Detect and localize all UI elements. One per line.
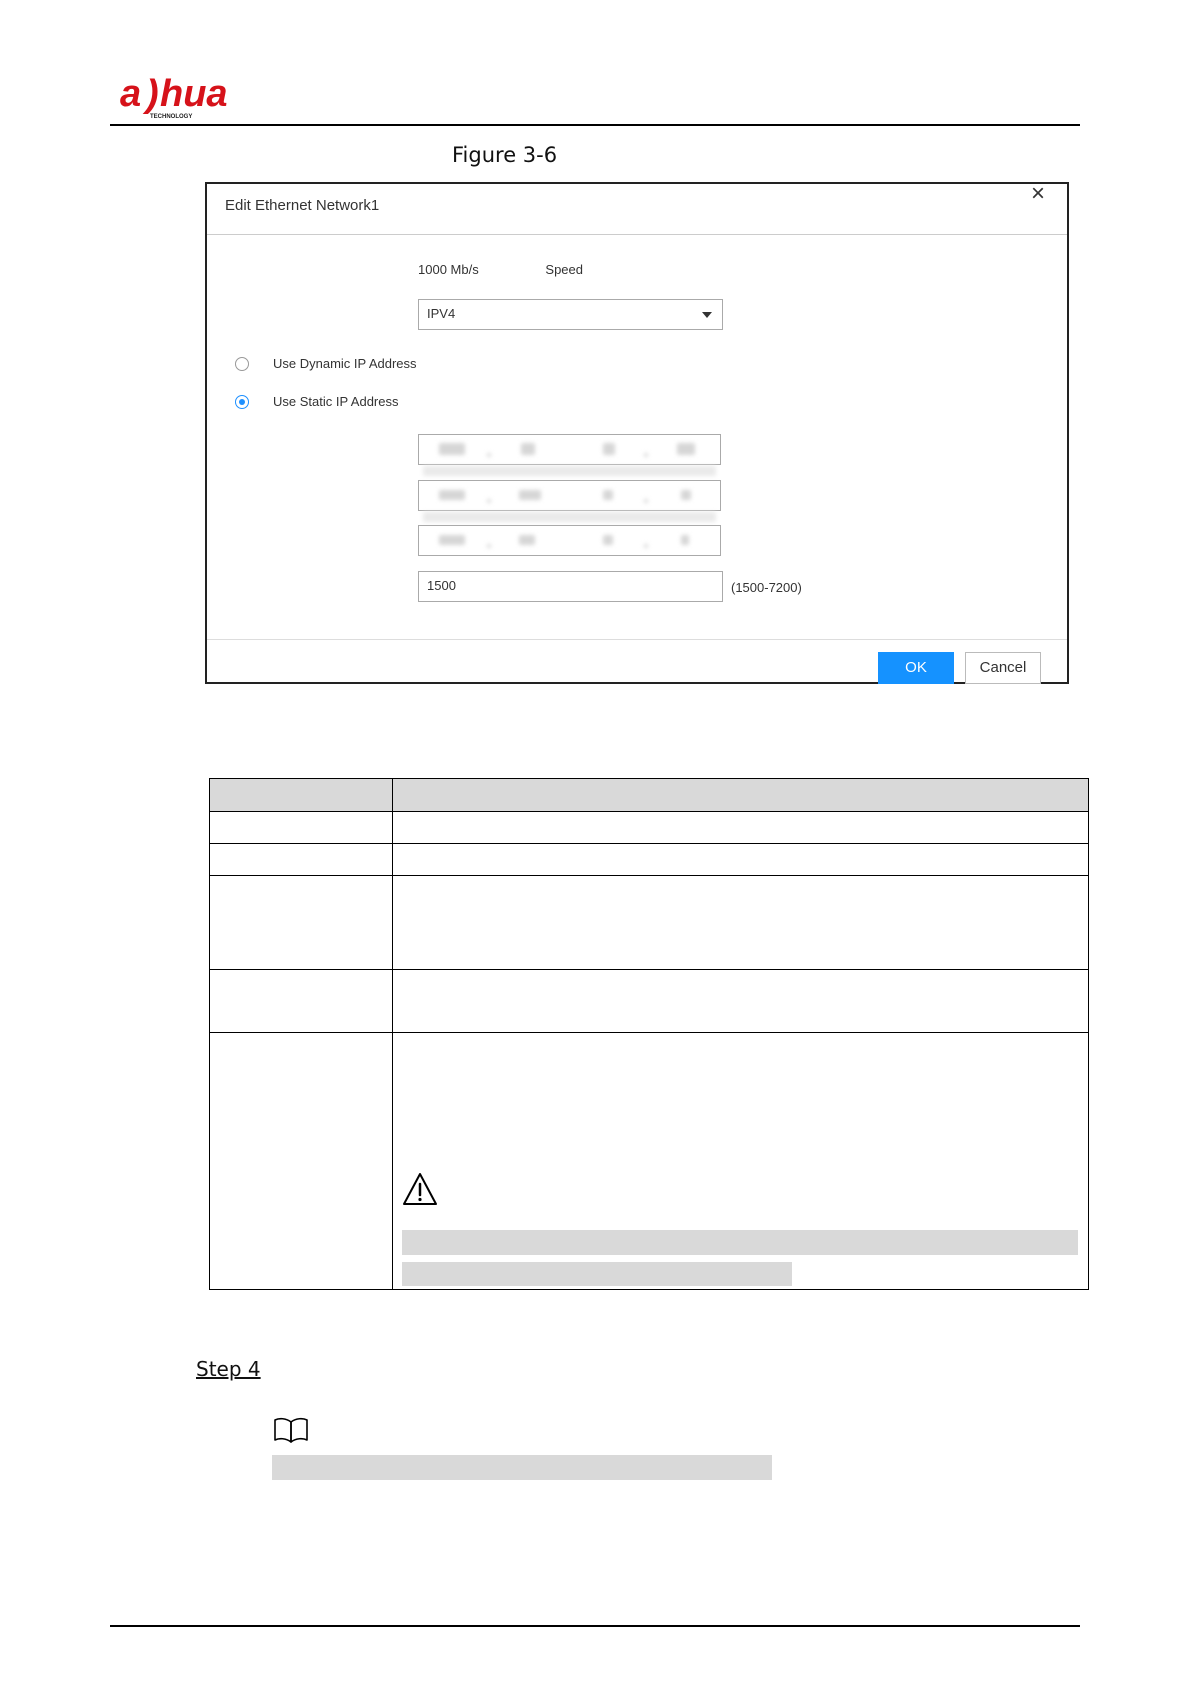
- parameter-table: [209, 778, 1089, 1290]
- table-row-border: [209, 1032, 1089, 1033]
- table-row-border: [209, 875, 1089, 876]
- warning-icon: [403, 1173, 437, 1205]
- table-column-divider: [392, 778, 393, 1290]
- redacted-warning-text: [402, 1230, 1078, 1255]
- mtu-value: 1500: [427, 578, 456, 593]
- table-row-border: [209, 811, 1089, 812]
- redacted-octet: [681, 535, 689, 545]
- step-label: Step 4: [196, 1357, 261, 1381]
- svg-text:TECHNOLOGY: TECHNOLOGY: [150, 114, 192, 120]
- dialog-title: Edit Ethernet Network1: [225, 197, 380, 214]
- redacted-octet: [521, 443, 535, 455]
- gateway-input[interactable]: [418, 525, 721, 556]
- redacted-octet: [519, 490, 541, 500]
- redacted-dot: [644, 499, 648, 503]
- subnet-mask-input[interactable]: [418, 480, 721, 511]
- table-border: [1088, 778, 1089, 1290]
- table-border: [209, 778, 1089, 779]
- svg-text:): ): [142, 74, 159, 115]
- redacted-octet: [603, 443, 615, 455]
- redacted-octet: [603, 535, 613, 545]
- header-rule: [110, 124, 1080, 126]
- redacted-dot: [487, 544, 491, 548]
- svg-text:hua: hua: [160, 74, 228, 115]
- dynamic-ip-radio[interactable]: [235, 357, 249, 371]
- redacted-dot: [644, 544, 648, 548]
- redacted-octet: [439, 535, 465, 545]
- redacted-octet: [603, 490, 613, 500]
- dynamic-ip-label: Use Dynamic IP Address: [273, 356, 417, 371]
- table-border: [209, 1289, 1089, 1290]
- dialog-footer-divider: [207, 639, 1067, 640]
- redacted-dot: [644, 453, 648, 457]
- book-icon: [274, 1417, 308, 1443]
- redacted-octet: [681, 490, 691, 500]
- mtu-range-hint: (1500-7200): [731, 580, 802, 595]
- table-row-border: [209, 843, 1089, 844]
- redacted-band: [423, 512, 716, 522]
- redacted-octet: [677, 443, 695, 455]
- table-row-border: [209, 969, 1089, 970]
- footer-rule: [110, 1625, 1080, 1627]
- svg-text:a: a: [120, 74, 141, 115]
- chevron-down-icon: [702, 312, 712, 318]
- static-ip-label: Use Static IP Address: [273, 394, 399, 409]
- ok-button[interactable]: OK: [878, 652, 954, 684]
- edit-ethernet-dialog: Edit Ethernet Network1 × Speed 1000 Mb/s…: [205, 182, 1069, 684]
- cancel-button[interactable]: Cancel: [965, 652, 1041, 684]
- speed-label: Speed: [545, 262, 583, 277]
- speed-value: 1000 Mb/s: [418, 262, 479, 277]
- redacted-octet: [439, 443, 465, 455]
- table-border: [209, 778, 210, 1290]
- redacted-dot: [487, 453, 491, 457]
- redacted-warning-text: [402, 1262, 792, 1286]
- mtu-input[interactable]: 1500: [418, 571, 723, 602]
- redacted-dot: [487, 499, 491, 503]
- redacted-octet: [519, 535, 535, 545]
- redacted-octet: [439, 490, 465, 500]
- redacted-band: [423, 466, 716, 476]
- ip-type-value: IPV4: [427, 306, 456, 321]
- dahua-logo: a ) hua TECHNOLOGY: [120, 74, 228, 120]
- static-ip-address-input[interactable]: [418, 434, 721, 465]
- close-icon[interactable]: ×: [1027, 178, 1049, 210]
- redacted-note-text: [272, 1455, 772, 1480]
- dialog-title-divider: [207, 234, 1067, 235]
- ip-type-select[interactable]: IPV4: [418, 299, 723, 330]
- static-ip-radio[interactable]: [235, 395, 249, 409]
- figure-caption: Figure 3-6: [452, 143, 558, 167]
- table-header: [209, 778, 1089, 811]
